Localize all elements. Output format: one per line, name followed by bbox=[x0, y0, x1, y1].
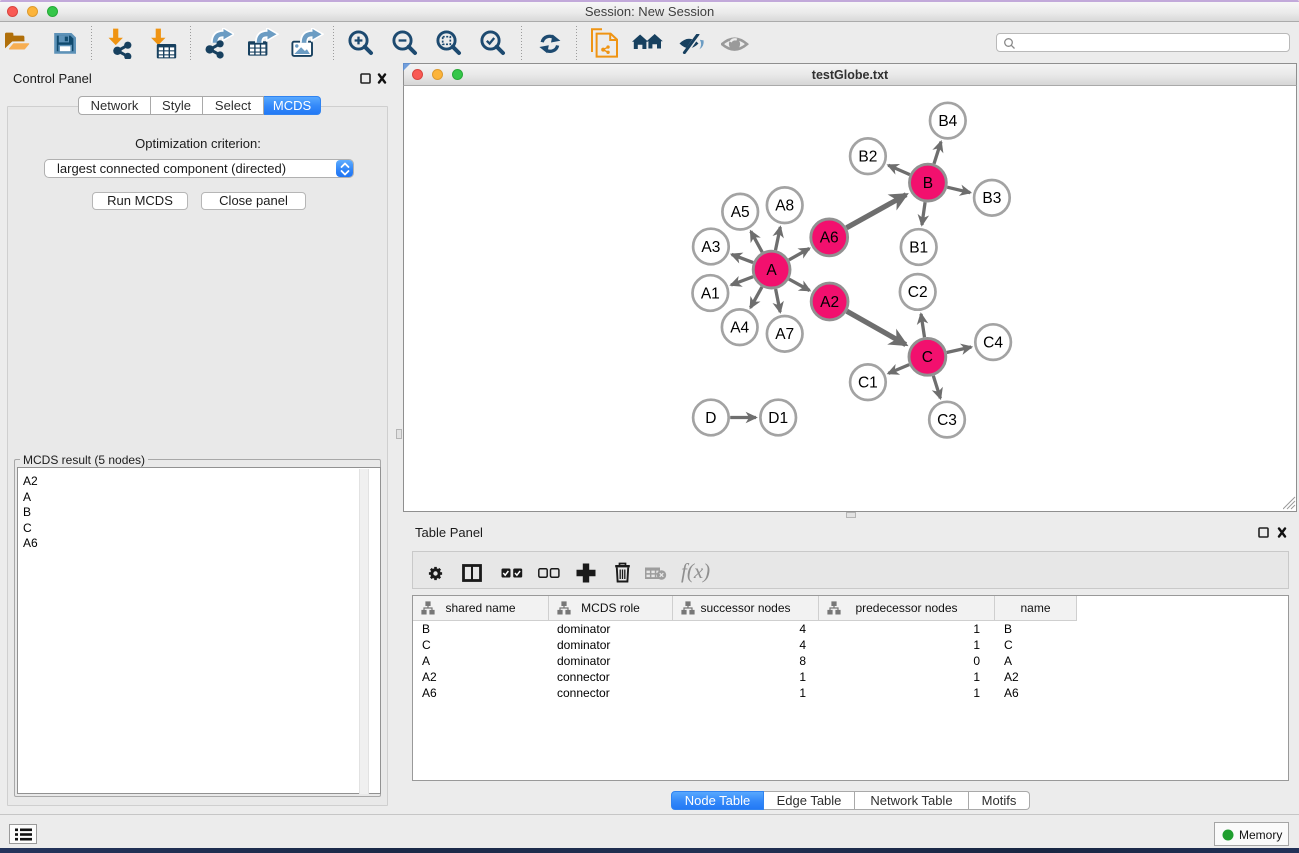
svg-text:B1: B1 bbox=[909, 239, 928, 256]
svg-text:C3: C3 bbox=[937, 412, 957, 429]
svg-text:B4: B4 bbox=[938, 113, 957, 130]
svg-text:C1: C1 bbox=[858, 375, 878, 392]
svg-text:A: A bbox=[766, 262, 777, 279]
svg-text:B2: B2 bbox=[858, 149, 877, 166]
svg-text:C2: C2 bbox=[908, 284, 928, 301]
svg-text:A6: A6 bbox=[820, 230, 839, 247]
svg-text:A3: A3 bbox=[701, 239, 720, 256]
svg-text:A7: A7 bbox=[775, 326, 794, 343]
svg-text:C4: C4 bbox=[983, 334, 1003, 351]
svg-text:A1: A1 bbox=[701, 285, 720, 302]
svg-text:B3: B3 bbox=[982, 190, 1001, 207]
svg-text:C: C bbox=[922, 349, 933, 366]
svg-text:A8: A8 bbox=[775, 198, 794, 215]
svg-text:D1: D1 bbox=[768, 410, 788, 427]
svg-text:D: D bbox=[705, 410, 716, 427]
svg-text:A4: A4 bbox=[730, 320, 749, 337]
svg-text:A5: A5 bbox=[731, 204, 750, 221]
svg-text:B: B bbox=[923, 175, 933, 192]
svg-text:A2: A2 bbox=[820, 294, 839, 311]
